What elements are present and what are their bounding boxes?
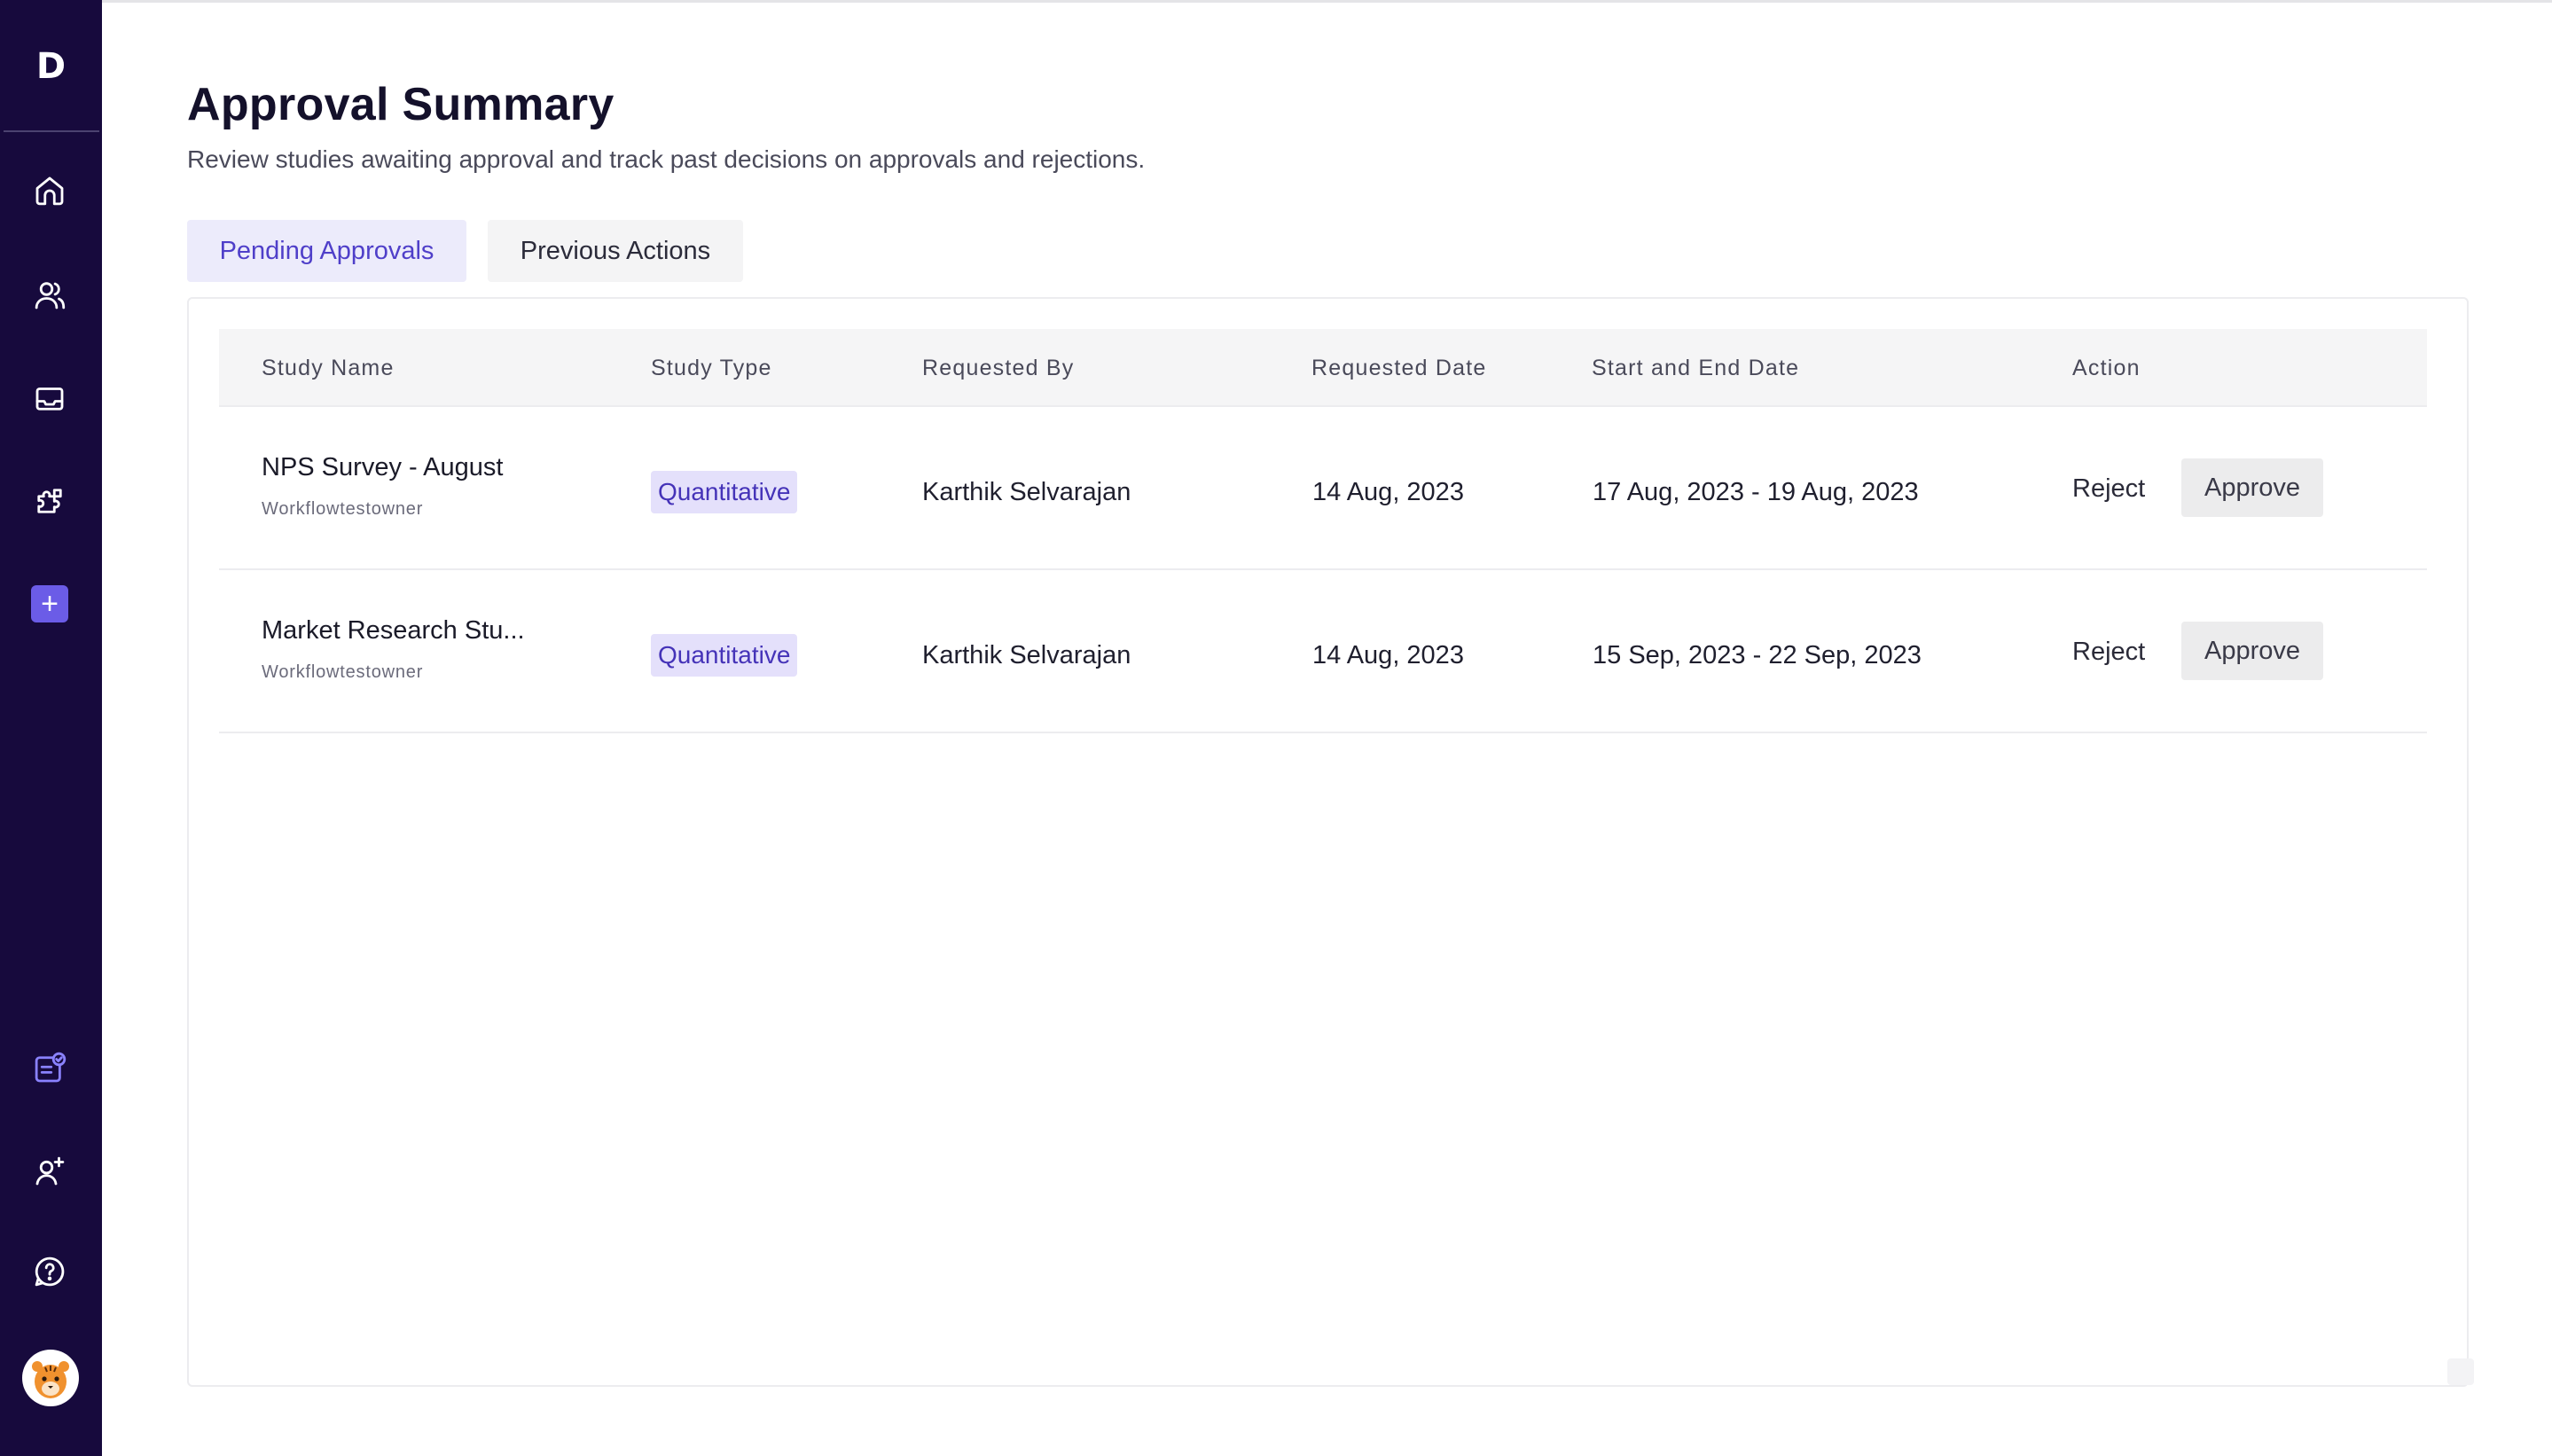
puzzle-icon (37, 489, 62, 513)
approve-button[interactable]: Approve (2181, 458, 2323, 517)
column-header-study-name: Study Name (262, 355, 395, 380)
table-row: Market Research Stu... Workflowtestowner… (219, 570, 2427, 733)
date-range: 17 Aug, 2023 - 19 Aug, 2023 (1593, 477, 1919, 506)
approvals-table-card: Study Name Study Type Requested By Reque… (187, 297, 2469, 1387)
logo-icon: D (35, 46, 67, 87)
sidebar-add-button[interactable]: + (31, 585, 68, 622)
table-header: Study Name Study Type Requested By Reque… (219, 329, 2427, 407)
sidebar-item-help[interactable] (24, 1246, 75, 1297)
sidebar-item-inbox[interactable] (24, 372, 75, 424)
sidebar-item-integrations[interactable] (24, 475, 75, 527)
sidebar-item-approvals[interactable] (24, 1043, 75, 1094)
study-owner: Workflowtestowner (262, 662, 424, 682)
column-header-requested-by: Requested By (922, 355, 1075, 380)
approve-button[interactable]: Approve (2181, 622, 2323, 680)
page-title: Approval Summary (187, 79, 615, 130)
column-header-date-range: Start and End Date (1592, 355, 1800, 380)
study-type-badge: Quantitative (651, 471, 798, 513)
column-header-study-type: Study Type (651, 355, 772, 380)
sidebar-item-home[interactable] (24, 165, 75, 216)
column-header-requested-date: Requested Date (1311, 355, 1487, 380)
users-icon (35, 282, 66, 309)
table-row: NPS Survey - August Workflowtestowner Qu… (219, 407, 2427, 570)
date-range: 15 Sep, 2023 - 22 Sep, 2023 (1593, 640, 1922, 669)
study-type-badge: Quantitative (651, 634, 798, 677)
tiger-avatar-icon (24, 1351, 77, 1405)
sidebar-item-users[interactable] (24, 270, 75, 321)
study-name[interactable]: Market Research Stu... (262, 616, 525, 646)
column-header-action: Action (2072, 355, 2141, 380)
reject-button[interactable]: Reject (2072, 460, 2145, 517)
avatar[interactable] (22, 1350, 79, 1406)
reject-button[interactable]: Reject (2072, 623, 2145, 680)
plus-icon: + (41, 587, 59, 621)
resize-handle[interactable] (2447, 1358, 2474, 1385)
requested-by: Karthik Selvarajan (922, 640, 1131, 669)
logo[interactable]: D (0, 0, 102, 133)
study-name[interactable]: NPS Survey - August (262, 453, 503, 482)
page-subtitle: Review studies awaiting approval and tra… (187, 145, 1146, 173)
requested-date: 14 Aug, 2023 (1312, 477, 1464, 506)
help-icon (35, 1256, 65, 1287)
sidebar-item-invite[interactable] (24, 1146, 75, 1197)
requested-by: Karthik Selvarajan (922, 477, 1131, 506)
tab-previous-actions[interactable]: Previous Actions (488, 220, 743, 282)
top-border (102, 0, 2552, 3)
tab-pending-approvals[interactable]: Pending Approvals (187, 220, 466, 282)
add-user-icon (35, 1156, 65, 1186)
app-root: D + Approval Summary Review studies awai… (0, 0, 2552, 1456)
inbox-icon (35, 387, 64, 411)
approval-checklist-icon (35, 1052, 67, 1083)
requested-date: 14 Aug, 2023 (1312, 640, 1464, 669)
study-owner: Workflowtestowner (262, 499, 424, 519)
sidebar-divider (4, 130, 99, 132)
home-icon (35, 176, 64, 206)
sidebar: D + (0, 0, 102, 1456)
